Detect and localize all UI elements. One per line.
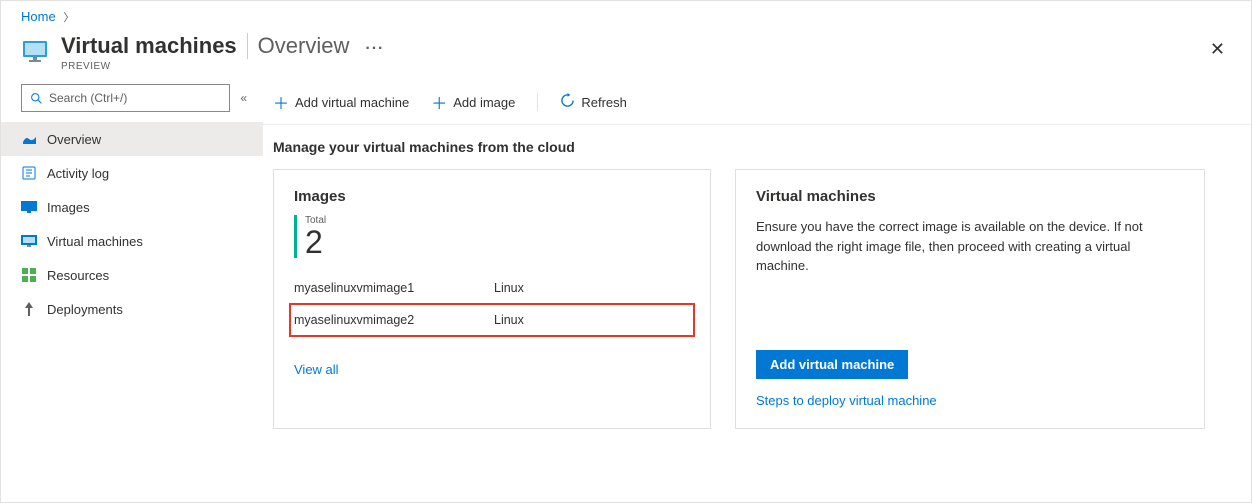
table-row[interactable]: myaselinuxvmimage1 Linux <box>294 272 690 304</box>
preview-badge: PREVIEW <box>61 61 384 72</box>
table-row[interactable]: myaselinuxvmimage2 Linux <box>290 304 694 336</box>
breadcrumb-home[interactable]: Home <box>21 9 56 24</box>
page-header: Virtual machines Overview ··· PREVIEW ✕ <box>1 29 1251 84</box>
collapse-sidebar-button[interactable]: « <box>236 87 251 109</box>
images-icon <box>21 199 37 215</box>
toolbar: ＋ Add virtual machine ＋ Add image Refres… <box>263 84 1251 125</box>
sidebar-item-label: Activity log <box>47 166 109 181</box>
sidebar-item-label: Images <box>47 200 90 215</box>
add-virtual-machine-button[interactable]: ＋ Add virtual machine <box>273 90 409 114</box>
sidebar-item-overview[interactable]: Overview <box>1 122 263 156</box>
vm-card-title: Virtual machines <box>756 188 1184 205</box>
images-card-title: Images <box>294 188 690 205</box>
main-content: ＋ Add virtual machine ＋ Add image Refres… <box>263 84 1251 502</box>
page-title: Virtual machines Overview ··· <box>61 33 384 59</box>
sidebar: Search (Ctrl+/) « Overview Activity log <box>1 84 263 502</box>
breadcrumb: Home 〉 <box>1 1 1251 29</box>
main-subtitle: Manage your virtual machines from the cl… <box>263 125 1251 169</box>
images-total: Total 2 <box>294 215 690 258</box>
toolbar-separator <box>537 93 538 111</box>
activity-log-icon <box>21 165 37 181</box>
images-card: Images Total 2 myaselinuxvmimage1 Linux <box>273 169 711 429</box>
sidebar-item-resources[interactable]: Resources <box>1 258 263 292</box>
sidebar-item-virtual-machines[interactable]: Virtual machines <box>1 224 263 258</box>
virtual-machines-icon <box>21 233 37 249</box>
add-virtual-machine-primary-button[interactable]: Add virtual machine <box>756 350 908 379</box>
refresh-button[interactable]: Refresh <box>560 93 627 111</box>
sidebar-item-label: Overview <box>47 132 101 147</box>
add-image-button[interactable]: ＋ Add image <box>431 90 515 114</box>
sidebar-item-deployments[interactable]: Deployments <box>1 292 263 326</box>
sidebar-item-label: Deployments <box>47 302 123 317</box>
close-button[interactable]: ✕ <box>1204 33 1231 66</box>
chevron-right-icon: 〉 <box>63 12 74 24</box>
search-icon <box>30 92 43 105</box>
sidebar-item-images[interactable]: Images <box>1 190 263 224</box>
plus-icon: ＋ <box>431 90 447 114</box>
vm-card-description: Ensure you have the correct image is ava… <box>756 217 1184 350</box>
sidebar-nav: Overview Activity log Images <box>1 122 263 326</box>
refresh-icon <box>560 93 575 111</box>
plus-icon: ＋ <box>273 90 289 114</box>
resources-icon <box>21 267 37 283</box>
search-input[interactable]: Search (Ctrl+/) <box>21 84 230 112</box>
deploy-steps-link[interactable]: Steps to deploy virtual machine <box>756 393 1184 408</box>
view-all-link[interactable]: View all <box>294 362 690 377</box>
sidebar-item-label: Resources <box>47 268 109 283</box>
virtual-machines-card: Virtual machines Ensure you have the cor… <box>735 169 1205 429</box>
sidebar-item-activity-log[interactable]: Activity log <box>1 156 263 190</box>
deployments-icon <box>21 301 37 317</box>
images-table: myaselinuxvmimage1 Linux myaselinuxvmima… <box>294 272 690 336</box>
overview-icon <box>21 131 37 147</box>
more-actions-button[interactable]: ··· <box>365 40 384 58</box>
sidebar-item-label: Virtual machines <box>47 234 143 249</box>
vm-logo-icon <box>21 39 49 63</box>
